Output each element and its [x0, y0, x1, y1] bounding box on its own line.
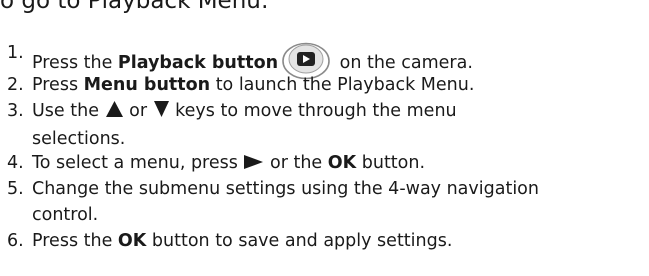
right-arrow-icon [243, 152, 264, 178]
ok-button-label: OK [117, 231, 147, 251]
step-number: 3. [7, 101, 24, 121]
step-number: 6. [7, 231, 24, 251]
step-number: 5. [7, 179, 24, 199]
section-heading: o go to Playback Menu: [0, 0, 269, 14]
menu-button-label: Menu button [83, 75, 211, 95]
step-text: Press the OK button to save and apply se… [32, 231, 453, 251]
step-number: 1. [7, 43, 24, 63]
step-text: Use the or keys to move through the menu… [32, 98, 457, 152]
step-number: 4. [7, 153, 24, 173]
step-text: Change the submenu settings using the 4-… [32, 176, 539, 228]
step-text: Press Menu button to launch the Playback… [32, 75, 475, 95]
ok-button-label: OK [327, 153, 357, 173]
step-text: To select a menu, press or the OK button… [32, 150, 425, 178]
step-number: 2. [7, 75, 24, 95]
playback-button-label: Playback button [117, 53, 279, 73]
step-text-continued: selections. [32, 129, 126, 149]
down-arrow-icon [153, 100, 170, 126]
up-arrow-icon [105, 100, 124, 126]
step-text-continued: control. [32, 205, 99, 225]
